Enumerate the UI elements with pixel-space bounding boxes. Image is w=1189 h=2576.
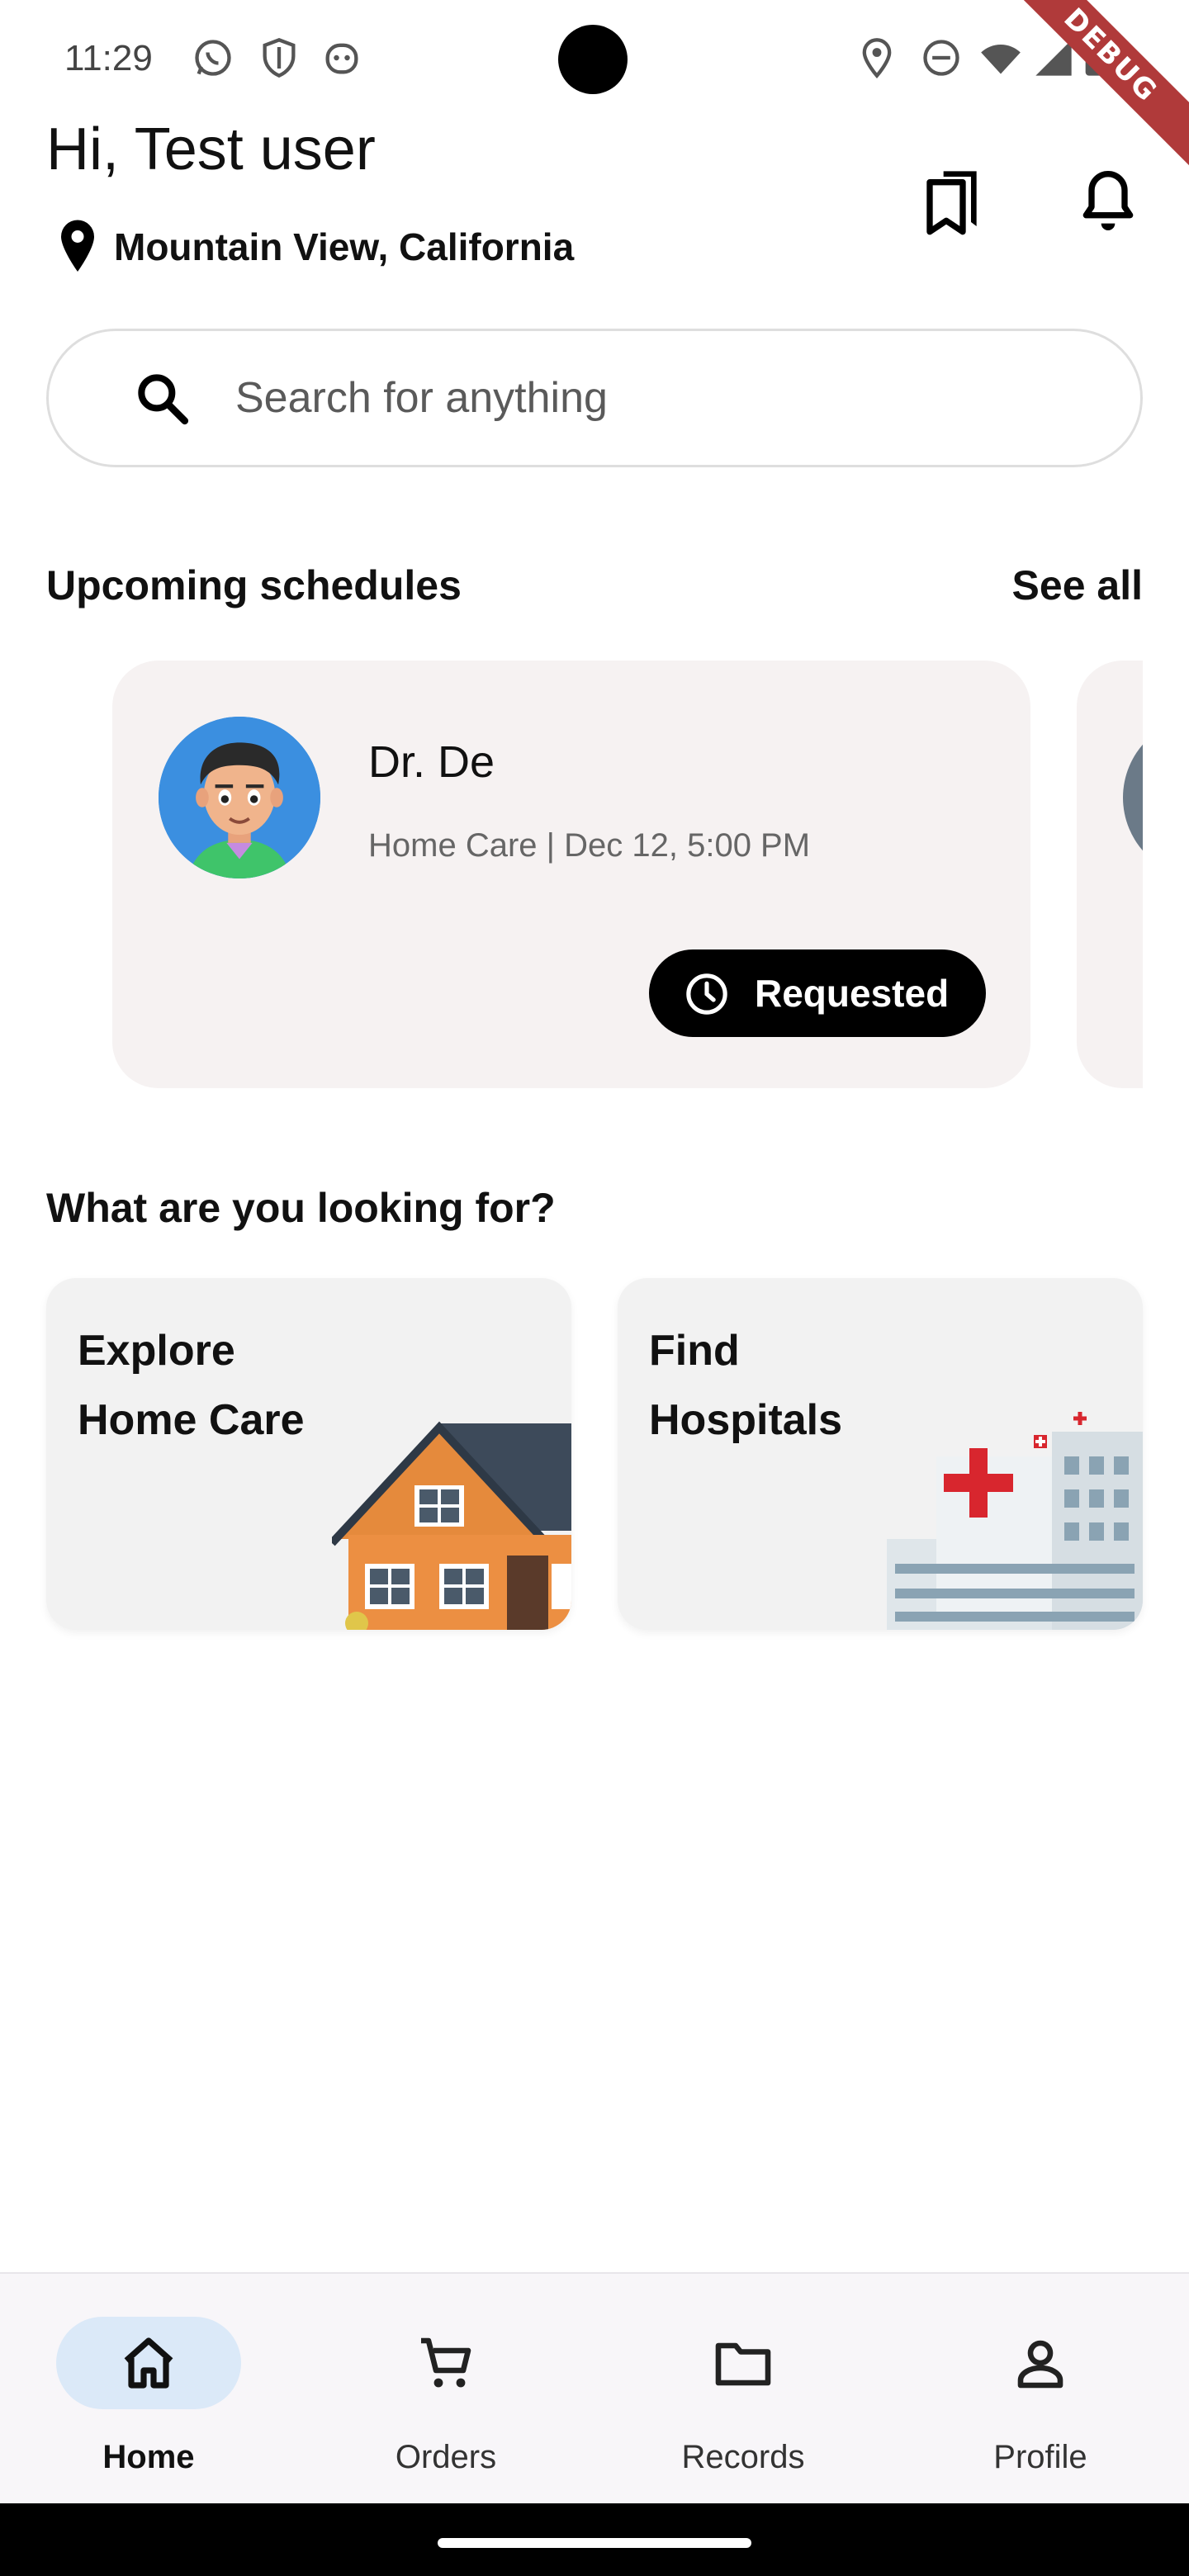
find-hospitals-card[interactable]: Find Hospitals [618,1278,1143,1630]
category-title-line1: Explore [78,1327,235,1375]
hospital-illustration [887,1412,1143,1630]
status-badge[interactable]: Requested [649,949,986,1037]
shield-icon [263,38,296,78]
nav-orders[interactable]: Orders [297,2274,594,2505]
notification-bell-icon[interactable] [1075,165,1141,238]
category-title-line2: Hospitals [649,1396,843,1444]
status-bar: 11:29 DEBUG [0,0,1189,168]
nav-profile[interactable]: Profile [892,2274,1189,2505]
do-not-disturb-icon [923,40,959,76]
folder-icon [715,2342,771,2386]
doctor-avatar [1123,717,1143,878]
bookmarks-icon[interactable] [921,165,988,238]
status-label: Requested [755,972,950,1015]
looking-for-title: What are you looking for? [46,1185,556,1231]
nav-home[interactable]: Home [0,2274,297,2505]
person-icon [1017,2340,1063,2389]
nav-profile-label: Profile [993,2439,1087,2475]
see-all-link[interactable]: See all [1012,561,1143,609]
location-text: Mountain View, California [114,225,575,268]
search-icon [138,374,189,425]
cart-icon [421,2337,471,2388]
upcoming-schedules-title: Upcoming schedules [46,562,462,608]
doctor-avatar [159,717,320,878]
nav-records-label: Records [681,2439,805,2475]
home-icon [124,2337,173,2389]
doctor-avatar-illustration [159,717,320,878]
wifi-icon [981,45,1021,74]
status-time: 11:29 [64,38,153,78]
bottom-navigation: Home Orders Records Profile [0,2272,1189,2503]
search-input[interactable] [235,331,1102,465]
gesture-bar [0,2503,1189,2576]
home-gesture-handle[interactable] [438,2538,751,2548]
camera-cutout [558,25,628,94]
location-status-icon [862,38,892,78]
schedule-card[interactable]: Dr. De Home Care | Dec 12, 5:00 PM Reque… [112,661,1030,1088]
debug-ribbon: DEBUG [998,0,1189,168]
explore-home-care-card[interactable]: Explore Home Care [46,1278,571,1630]
bug-app-icon [325,43,358,74]
nav-records[interactable]: Records [594,2274,892,2505]
nav-home-label: Home [102,2439,195,2475]
category-title-line1: Find [649,1327,740,1375]
category-title: Find Hospitals [649,1316,842,1455]
clock-icon [686,973,727,1015]
doctor-name: Dr. De [368,737,495,787]
schedule-card-next[interactable] [1077,661,1143,1088]
location-selector[interactable]: Mountain View, California [53,218,574,276]
location-pin-icon [61,220,94,272]
category-title: Explore Home Care [78,1316,305,1455]
category-title-line2: Home Care [78,1396,305,1444]
appointment-details: Home Care | Dec 12, 5:00 PM [368,827,811,864]
search-bar[interactable] [46,329,1143,467]
whatsapp-icon [195,40,231,76]
house-illustration [332,1421,571,1630]
nav-orders-label: Orders [395,2439,497,2475]
greeting-title: Hi, Test user [46,116,376,182]
